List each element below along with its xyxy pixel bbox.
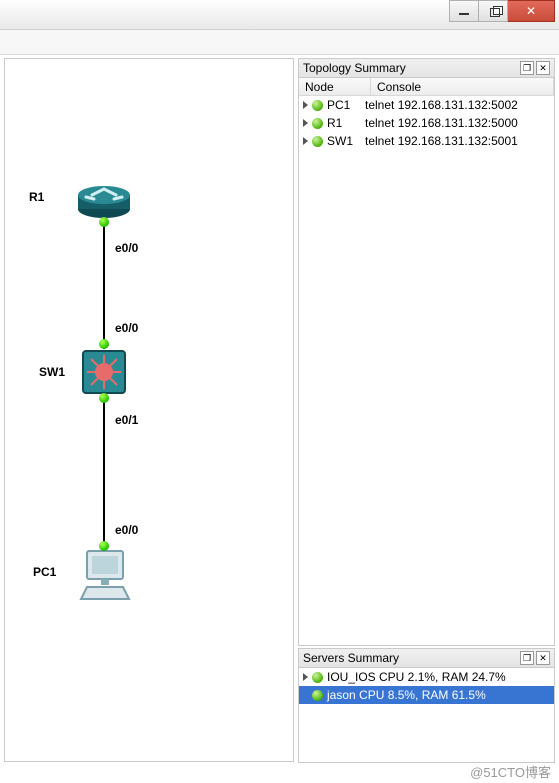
console-text: telnet 192.168.131.132:5000 — [365, 116, 518, 130]
titlebar — [0, 0, 559, 30]
link-sw1-pc1[interactable] — [103, 395, 105, 551]
status-dot-icon — [312, 118, 323, 129]
iface-label-sw1-e01: e0/1 — [115, 413, 138, 427]
server-text: IOU_IOS CPU 2.1%, RAM 24.7% — [327, 670, 506, 684]
server-row[interactable]: jason CPU 8.5%, RAM 61.5% — [299, 686, 554, 704]
iface-label-r1-e00: e0/0 — [115, 241, 138, 255]
iface-label-sw1-e00: e0/0 — [115, 321, 138, 335]
node-row[interactable]: SW1 telnet 192.168.131.132:5001 — [299, 132, 554, 150]
expand-arrow-icon[interactable] — [303, 137, 308, 145]
iface-label-pc1-e00: e0/0 — [115, 523, 138, 537]
node-name: R1 — [327, 116, 365, 130]
servers-summary-panel: Servers Summary ❐ ✕ IOU_IOS CPU 2.1%, RA… — [298, 648, 555, 763]
watermark: @51CTO博客 — [470, 762, 551, 781]
console-text: telnet 192.168.131.132:5001 — [365, 134, 518, 148]
panel-header[interactable]: Servers Summary ❐ ✕ — [299, 649, 554, 668]
node-row[interactable]: PC1 telnet 192.168.131.132:5002 — [299, 96, 554, 114]
device-label-r1: R1 — [29, 190, 44, 204]
status-dot-icon — [312, 136, 323, 147]
link-r1-sw1[interactable] — [103, 219, 105, 349]
panel-title: Servers Summary — [303, 651, 518, 665]
column-node[interactable]: Node — [299, 78, 371, 95]
port-dot — [99, 393, 109, 403]
router-icon[interactable] — [76, 179, 132, 219]
server-row[interactable]: IOU_IOS CPU 2.1%, RAM 24.7% — [299, 668, 554, 686]
close-button[interactable] — [507, 0, 555, 22]
node-name: SW1 — [327, 134, 365, 148]
expand-arrow-icon[interactable] — [303, 119, 308, 127]
topology-summary-panel: Topology Summary ❐ ✕ Node Console PC1 te… — [298, 58, 555, 646]
topology-canvas[interactable]: R1 SW1 PC1 e0/0 e0/0 — [4, 58, 294, 762]
node-row[interactable]: R1 telnet 192.168.131.132:5000 — [299, 114, 554, 132]
column-headers[interactable]: Node Console — [299, 78, 554, 96]
node-name: PC1 — [327, 98, 365, 112]
expand-arrow-icon[interactable] — [303, 673, 308, 681]
device-label-sw1: SW1 — [39, 365, 65, 379]
status-dot-icon — [312, 672, 323, 683]
panel-title: Topology Summary — [303, 61, 518, 75]
status-dot-icon — [312, 690, 323, 701]
pc-icon[interactable] — [77, 549, 133, 601]
panel-header[interactable]: Topology Summary ❐ ✕ — [299, 59, 554, 78]
column-console[interactable]: Console — [371, 78, 554, 95]
server-text: jason CPU 8.5%, RAM 61.5% — [327, 688, 486, 702]
minimize-button[interactable] — [449, 0, 479, 22]
expand-arrow-icon[interactable] — [303, 101, 308, 109]
close-icon[interactable]: ✕ — [536, 651, 550, 665]
port-dot — [99, 217, 109, 227]
undock-icon[interactable]: ❐ — [520, 61, 534, 75]
maximize-button[interactable] — [478, 0, 508, 22]
port-dot — [99, 339, 109, 349]
window-controls — [450, 0, 555, 22]
switch-icon[interactable] — [81, 349, 127, 395]
console-text: telnet 192.168.131.132:5002 — [365, 98, 518, 112]
close-icon[interactable]: ✕ — [536, 61, 550, 75]
status-dot-icon — [312, 100, 323, 111]
device-label-pc1: PC1 — [33, 565, 56, 579]
toolbar — [0, 30, 559, 55]
port-dot — [99, 541, 109, 551]
undock-icon[interactable]: ❐ — [520, 651, 534, 665]
